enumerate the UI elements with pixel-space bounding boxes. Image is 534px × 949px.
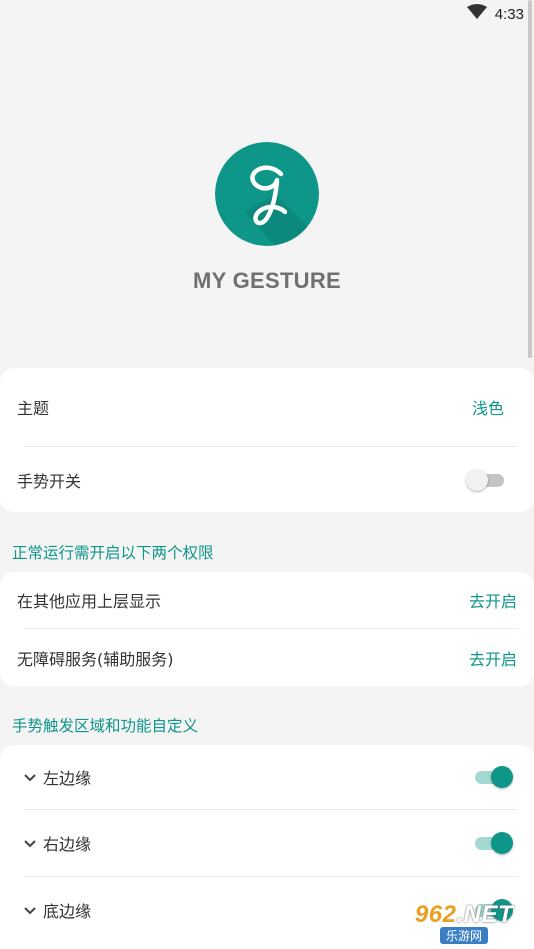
theme-value[interactable]: 浅色: [472, 395, 504, 419]
accessibility-permission-button[interactable]: 去开启: [469, 646, 517, 670]
permissions-section-title: 正常运行需开启以下两个权限: [12, 544, 214, 562]
chevron-down-icon[interactable]: [23, 834, 37, 853]
gesture-switch-toggle[interactable]: [466, 468, 506, 491]
bottom-edge-label: 底边缘: [43, 902, 92, 921]
left-edge-toggle[interactable]: [473, 766, 513, 788]
overlay-permission-row[interactable]: 在其他应用上层显示 去开启: [0, 572, 534, 628]
left-edge-label: 左边缘: [43, 769, 92, 788]
accessibility-permission-label: 无障碍服务(辅助服务): [17, 649, 174, 669]
gesture-switch-row[interactable]: 手势开关: [0, 447, 534, 512]
settings-card: 主题 浅色 手势开关: [0, 368, 534, 512]
overlay-permission-button[interactable]: 去开启: [469, 588, 517, 612]
left-edge-row[interactable]: 左边缘: [0, 745, 534, 809]
right-edge-label: 右边缘: [43, 835, 92, 854]
right-edge-row[interactable]: 右边缘: [0, 810, 534, 876]
edges-section-title: 手势触发区域和功能自定义: [12, 717, 199, 735]
theme-label: 主题: [17, 399, 50, 418]
gesture-switch-label: 手势开关: [17, 471, 82, 491]
accessibility-permission-row[interactable]: 无障碍服务(辅助服务) 去开启: [0, 629, 534, 686]
theme-row[interactable]: 主题 浅色: [0, 368, 534, 446]
gesture-logo-icon: [215, 142, 319, 246]
chevron-down-icon[interactable]: [23, 901, 37, 920]
app-header: MY GESTURE: [0, 0, 534, 368]
overlay-permission-label: 在其他应用上层显示: [17, 592, 162, 611]
watermark-logo: 962.NET 乐游网: [414, 900, 514, 944]
permissions-card: 在其他应用上层显示 去开启 无障碍服务(辅助服务) 去开启: [0, 572, 534, 686]
app-title: MY GESTURE: [192, 268, 342, 293]
right-edge-toggle[interactable]: [473, 832, 513, 854]
chevron-down-icon[interactable]: [23, 768, 37, 787]
